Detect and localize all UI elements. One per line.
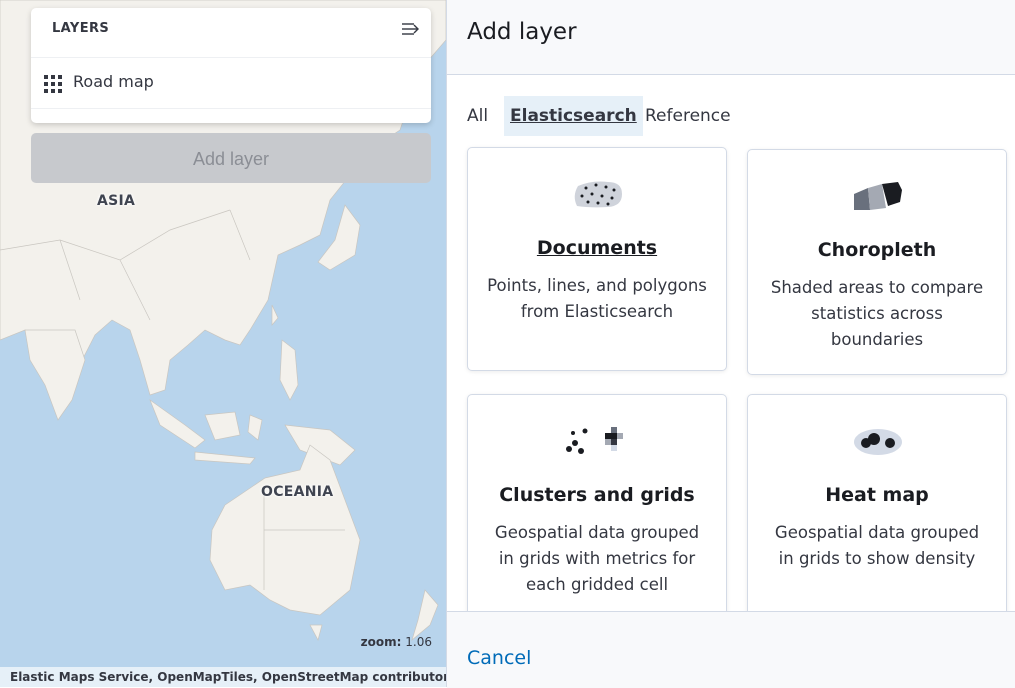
- add-layer-flyout: Add layer All Elasticsearch Reference Do…: [446, 0, 1015, 688]
- card-description: Geospatial data grouped in grids with me…: [494, 523, 700, 594]
- grid-icon: [44, 75, 62, 93]
- card-choropleth[interactable]: Choropleth Shaded areas to compare stati…: [747, 149, 1007, 375]
- card-description: Points, lines, and polygons from Elastic…: [487, 276, 707, 321]
- collapse-right-icon[interactable]: [401, 20, 421, 38]
- region-label-oceania: OCEANIA: [261, 484, 334, 500]
- layers-bottom-divider: [31, 108, 431, 109]
- heatmap-icon: [854, 429, 902, 455]
- card-title: Clusters and grids: [499, 484, 695, 506]
- cancel-button[interactable]: Cancel: [467, 647, 531, 669]
- tab-elasticsearch[interactable]: Elasticsearch: [504, 96, 643, 136]
- layer-item-road-map[interactable]: Road map: [31, 58, 431, 108]
- zoom-label: zoom:: [360, 635, 402, 649]
- card-title: Documents: [536, 237, 658, 259]
- card-heat-map[interactable]: Heat map Geospatial data grouped in grid…: [747, 394, 1007, 636]
- layer-name: Road map: [73, 72, 154, 91]
- flyout-title: Add layer: [467, 19, 577, 45]
- flyout-footer: Cancel: [447, 611, 1015, 688]
- layers-panel: LAYERS Road map: [31, 8, 431, 123]
- map-canvas[interactable]: ASIA OCEANIA LAYERS Road map Add layer z…: [0, 0, 446, 687]
- card-title: Heat map: [825, 484, 929, 506]
- tab-reference[interactable]: Reference: [639, 96, 737, 136]
- clusters-grids-icon: [566, 427, 623, 454]
- layers-title: LAYERS: [52, 21, 110, 36]
- flyout-header: Add layer: [447, 0, 1015, 75]
- map-attribution[interactable]: Elastic Maps Service, OpenMapTiles, Open…: [0, 667, 446, 687]
- card-clusters-and-grids[interactable]: Clusters and grids Geospatial data group…: [467, 394, 727, 636]
- tab-all[interactable]: All: [461, 96, 494, 136]
- documents-icon: [574, 181, 622, 208]
- zoom-value: 1.06: [405, 635, 432, 649]
- card-description: Shaded areas to compare statistics acros…: [770, 278, 984, 349]
- card-description: Geospatial data grouped in grids to show…: [774, 523, 980, 568]
- zoom-indicator: zoom: 1.06: [361, 635, 432, 649]
- add-layer-button[interactable]: Add layer: [31, 133, 431, 183]
- region-label-asia: ASIA: [97, 193, 136, 209]
- card-title: Choropleth: [817, 239, 937, 261]
- choropleth-icon: [854, 182, 902, 210]
- card-documents[interactable]: Documents Points, lines, and polygons fr…: [467, 147, 727, 371]
